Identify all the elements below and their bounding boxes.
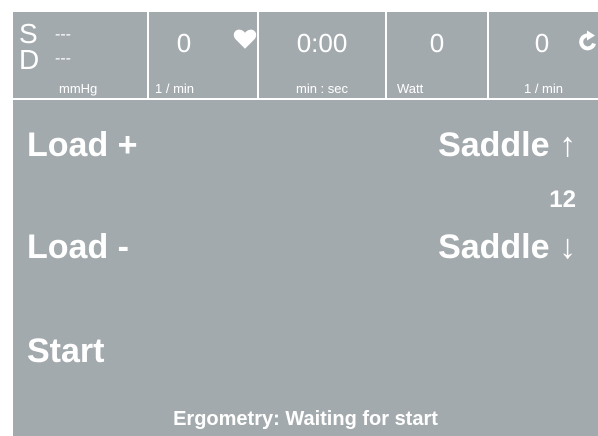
heart-rate-value: 0 bbox=[176, 28, 192, 58]
time-value: 0:00 bbox=[296, 28, 348, 58]
time-cell: 0:00 min : sec bbox=[259, 12, 387, 98]
power-unit: Watt bbox=[397, 81, 424, 96]
power-cell: 0 Watt bbox=[387, 12, 489, 98]
rotate-icon bbox=[579, 30, 596, 51]
diastolic-value: --- bbox=[55, 50, 71, 67]
saddle-down-button[interactable]: Saddle ↓ bbox=[438, 228, 576, 267]
load-plus-button[interactable]: Load + bbox=[27, 126, 138, 165]
diastolic-label: D bbox=[19, 44, 40, 75]
heart-rate-unit: 1 / min bbox=[155, 81, 195, 96]
heart-icon bbox=[233, 29, 257, 49]
start-button[interactable]: Start bbox=[27, 332, 104, 371]
saddle-up-button[interactable]: Saddle ↑ bbox=[438, 126, 576, 165]
ergometer-screen: S D --- --- mmHg 0 1 / min 0:00 min : se… bbox=[10, 10, 598, 436]
status-text: Ergometry: Waiting for start bbox=[173, 408, 438, 430]
cadence-unit: 1 / min bbox=[523, 81, 563, 96]
cadence-value: 0 bbox=[534, 28, 550, 58]
time-unit: min : sec bbox=[295, 81, 348, 96]
cadence-cell: 0 1 / min bbox=[489, 12, 598, 98]
blood-pressure-cell: S D --- --- mmHg bbox=[13, 12, 149, 98]
bp-unit: mmHg bbox=[59, 81, 98, 96]
header-bar: S D --- --- mmHg 0 1 / min 0:00 min : se… bbox=[13, 12, 598, 100]
systolic-value: --- bbox=[55, 26, 71, 43]
power-value: 0 bbox=[429, 28, 445, 58]
saddle-height-value: 12 bbox=[549, 186, 576, 213]
heart-rate-cell: 0 1 / min bbox=[149, 12, 259, 98]
load-minus-button[interactable]: Load - bbox=[27, 228, 129, 267]
